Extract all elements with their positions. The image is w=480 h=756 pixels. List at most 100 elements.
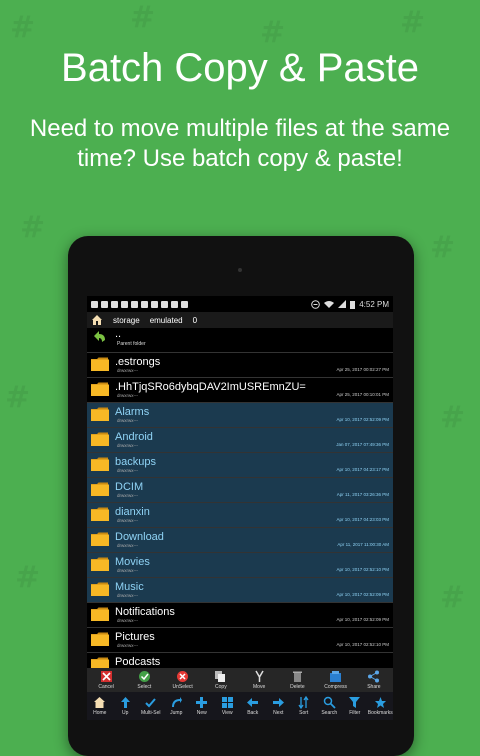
cancel-button[interactable]: Cancel [93, 670, 119, 690]
background-pattern: # [15, 560, 41, 595]
notification-icon [111, 300, 118, 308]
file-name: Music [115, 581, 144, 593]
folder-icon [91, 407, 109, 421]
sort-button[interactable]: Sort [291, 696, 317, 716]
file-date: Apr 10, 2017 02:52:10 PM [336, 567, 389, 572]
file-permissions: drwxrwx--- [117, 368, 138, 373]
toolbar-label: Sort [299, 710, 309, 716]
toolbar-label: Select [137, 684, 152, 690]
new-button[interactable]: New [189, 696, 215, 716]
folder-icon [91, 582, 109, 596]
file-row[interactable]: Movies drwxrwx--- Apr 10, 2017 02:52:10 … [87, 553, 393, 578]
toolbar-label: Up [122, 710, 129, 716]
toolbar-label: UnSelect [172, 684, 193, 690]
file-row[interactable]: DCIM drwxrwx--- Apr 11, 2017 03:26:36 PM [87, 478, 393, 503]
move-icon [254, 670, 264, 682]
folder-icon [91, 482, 109, 496]
search-icon [323, 696, 336, 709]
background-pattern: # [5, 380, 31, 415]
home-button[interactable]: Home [87, 696, 113, 716]
selection-toolbar: Cancel Select UnSelect Copy Move Delete … [87, 668, 393, 692]
file-name: Alarms [115, 406, 150, 418]
file-permissions: drwxrwx--- [117, 443, 138, 448]
background-pattern: # [10, 10, 36, 45]
file-row[interactable]: Android drwxrwx--- Jan 07, 2017 07:49:36… [87, 428, 393, 453]
toolbar-label: Copy [215, 684, 227, 690]
breadcrumb-segment[interactable]: 0 [193, 316, 197, 325]
search-button[interactable]: Search [317, 696, 343, 716]
unselect-button[interactable]: UnSelect [170, 670, 196, 690]
toolbar-label: Filter [349, 710, 361, 716]
back-button[interactable]: Back [240, 696, 266, 716]
file-date: Apr 10, 2017 04:23:03 PM [336, 517, 389, 522]
toolbar-label: Cancel [98, 684, 114, 690]
compress-button[interactable]: Compress [323, 670, 349, 690]
file-date: Apr 10, 2017 02:52:10 PM [336, 642, 389, 647]
select-icon [138, 671, 150, 682]
subtitle: Need to move multiple files at the same … [29, 115, 451, 172]
background-pattern: # [20, 210, 46, 245]
filter-button[interactable]: Filter [342, 696, 368, 716]
unselect-icon [177, 671, 189, 682]
next-button[interactable]: Next [266, 696, 292, 716]
file-row[interactable]: Alarms drwxrwx--- Apr 10, 2017 02:52:09 … [87, 403, 393, 428]
copy-button[interactable]: Copy [208, 670, 234, 690]
notification-icon [141, 300, 148, 308]
file-date: Apr 25, 2017 00:02:27 PM [336, 367, 389, 372]
navigation-toolbar: Home Up Multi-Sel Jump New View Back Nex… [87, 692, 393, 720]
file-name: Android [115, 431, 153, 443]
toolbar-label: Delete [290, 684, 305, 690]
file-date: Apr 11, 2017 11:00:30 AM [337, 542, 389, 547]
toolbar-label: View [221, 710, 233, 716]
file-row[interactable]: Music drwxrwx--- Apr 10, 2017 02:52:09 P… [87, 578, 393, 603]
compress-icon [330, 671, 342, 682]
file-name: dianxin [115, 506, 150, 518]
toolbar-label: Search [321, 710, 338, 716]
camera-dot [238, 268, 242, 272]
bookmarks-button[interactable]: Bookmarks [368, 696, 394, 716]
parent-folder-row[interactable]: .. Parent folder [87, 328, 393, 353]
file-row[interactable]: dianxin drwxrwx--- Apr 10, 2017 04:23:03… [87, 503, 393, 528]
share-icon [368, 670, 380, 683]
file-name: .estrongs [115, 356, 161, 368]
file-name: Pictures [115, 631, 155, 643]
notification-icons [91, 300, 311, 308]
move-button[interactable]: Move [246, 670, 272, 690]
toolbar-label: Home [93, 710, 107, 716]
view-button[interactable]: View [215, 696, 241, 716]
file-row[interactable]: .estrongs drwxrwx--- Apr 25, 2017 00:02:… [87, 353, 393, 378]
folder-icon [91, 382, 109, 396]
file-row[interactable]: backups drwxrwx--- Apr 10, 2017 04:23:17… [87, 453, 393, 478]
file-row[interactable]: .HhTjqSRo6dybqDAV2ImUSREmnZU= drwxrwx---… [87, 378, 393, 403]
file-row[interactable]: Notifications drwxrwx--- Apr 10, 2017 02… [87, 603, 393, 628]
select-button[interactable]: Select [131, 670, 157, 690]
file-date: Apr 25, 2017 00:10:01 PM [336, 392, 389, 397]
up-button[interactable]: Up [113, 696, 139, 716]
filter-icon [349, 697, 361, 708]
background-pattern: # [400, 5, 426, 40]
device-screen: 4:52 PM storage emulated 0 .. Parent fol… [87, 296, 393, 720]
toolbar-label: Bookmarks [367, 710, 393, 716]
headline: Batch Copy & Paste [61, 46, 419, 90]
file-date: Apr 10, 2017 02:52:09 PM [336, 592, 389, 597]
breadcrumb-segment[interactable]: storage [113, 316, 140, 325]
new-icon [196, 697, 208, 708]
file-name: .HhTjqSRo6dybqDAV2ImUSREmnZU= [115, 381, 306, 393]
file-row[interactable]: Pictures drwxrwx--- Apr 10, 2017 02:52:1… [87, 628, 393, 653]
file-permissions: drwxrwx--- [117, 618, 138, 623]
file-name: Podcasts [115, 656, 161, 668]
jump-button[interactable]: Jump [164, 696, 190, 716]
multi-sel-button[interactable]: Multi-Sel [138, 696, 164, 716]
delete-button[interactable]: Delete [284, 670, 310, 690]
file-row[interactable]: Download drwxrwx--- Apr 11, 2017 11:00:3… [87, 528, 393, 553]
home-icon[interactable] [91, 314, 103, 326]
file-date: Jan 07, 2017 07:49:36 PM [336, 442, 389, 447]
toolbar-label: New [196, 710, 207, 716]
background-pattern: # [440, 400, 466, 435]
share-button[interactable]: Share [361, 670, 387, 690]
background-pattern: # [130, 0, 156, 35]
up-icon [120, 697, 130, 708]
breadcrumb-segment[interactable]: emulated [150, 316, 183, 325]
file-date: Apr 10, 2017 02:52:09 PM [336, 417, 389, 422]
folder-icon [91, 557, 109, 571]
